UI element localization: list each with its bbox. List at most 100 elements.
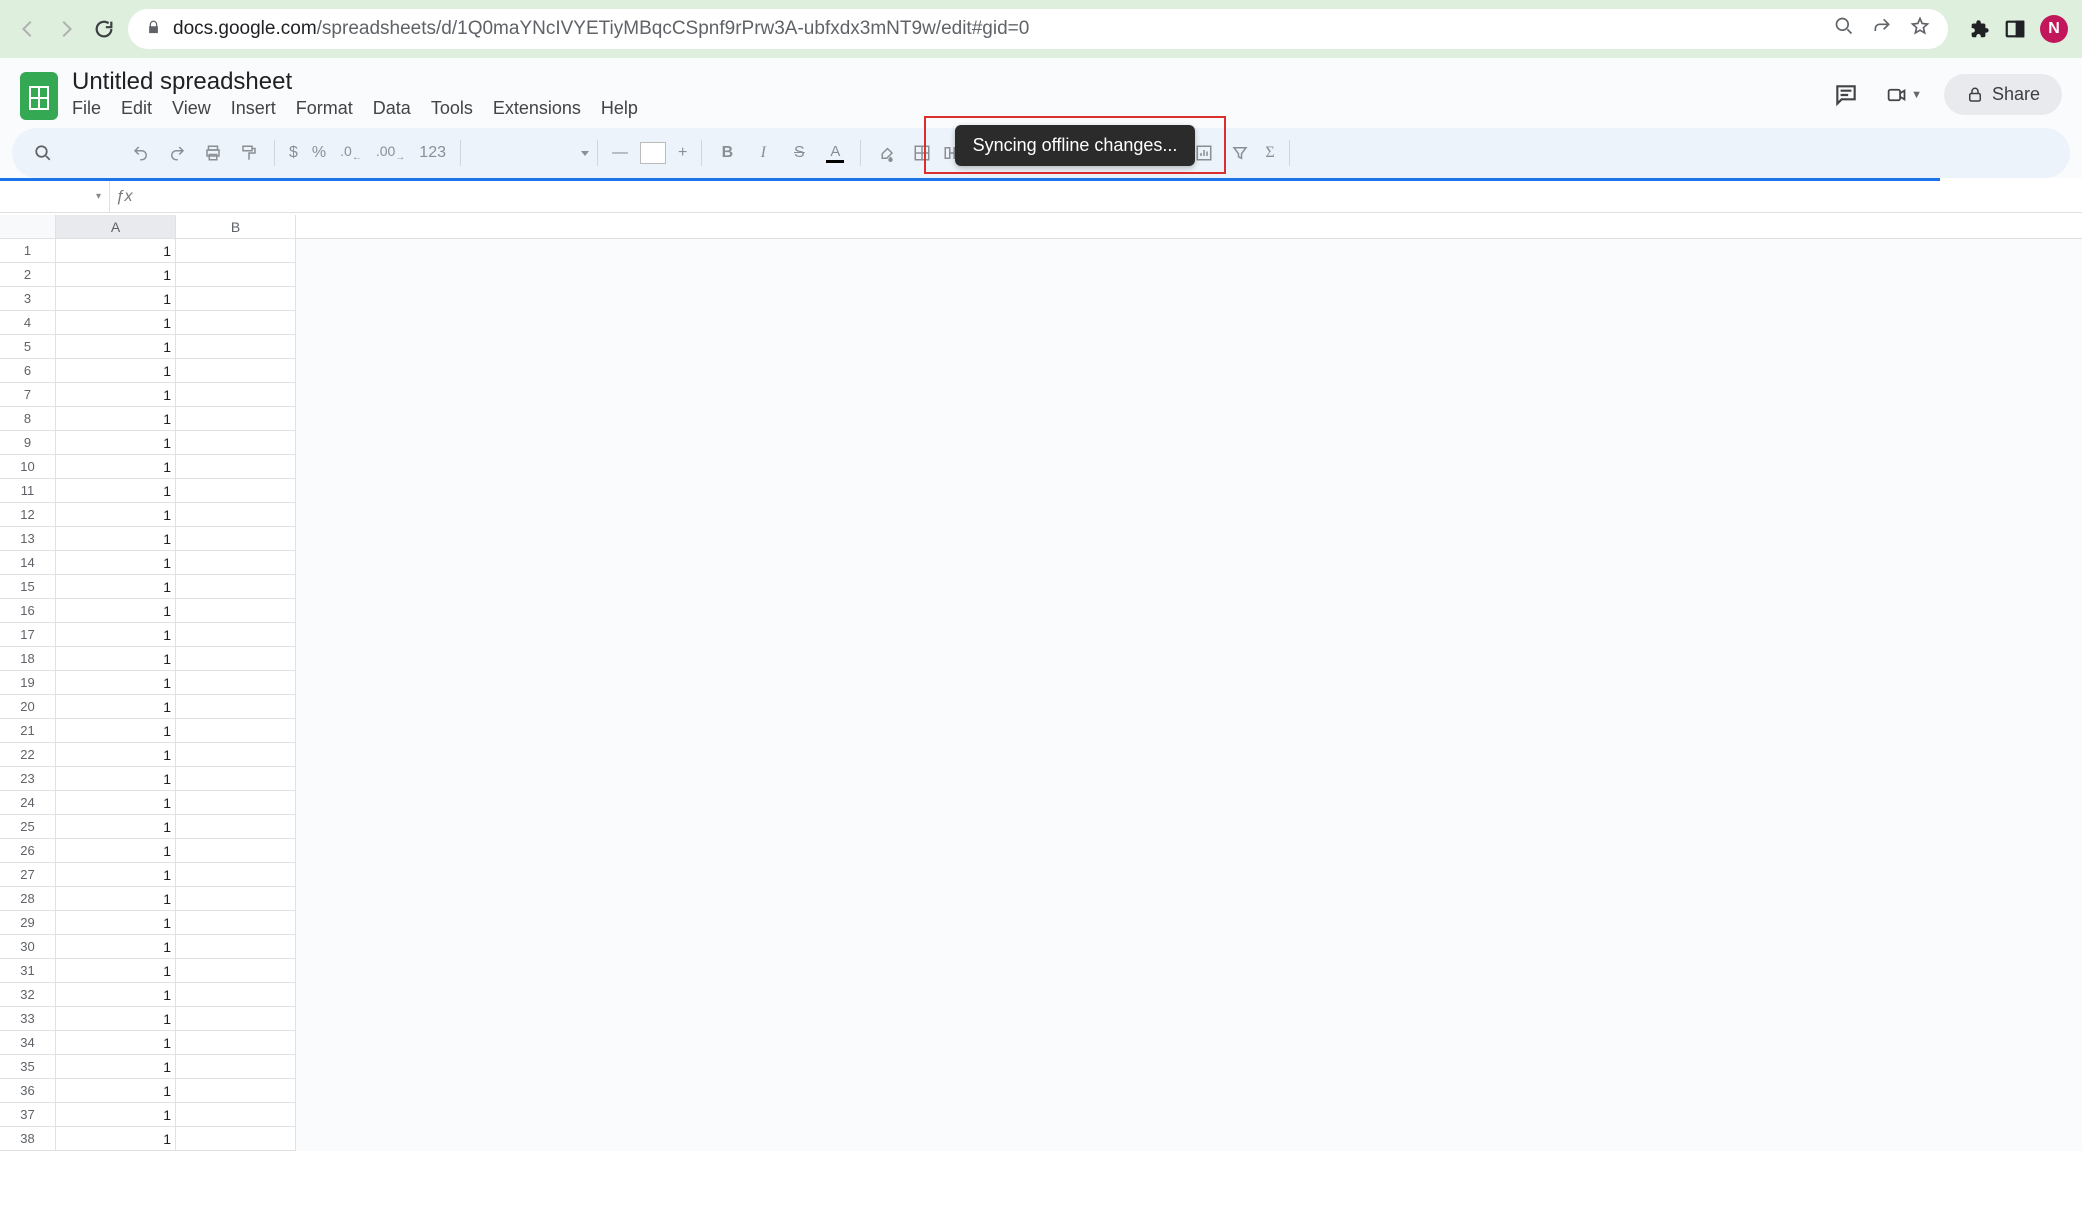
cell[interactable]: 1 xyxy=(56,767,176,791)
share-page-icon[interactable] xyxy=(1872,16,1892,42)
cell[interactable] xyxy=(176,911,296,935)
menu-insert[interactable]: Insert xyxy=(231,98,276,119)
row-header[interactable]: 19 xyxy=(0,671,56,695)
cell[interactable]: 1 xyxy=(56,983,176,1007)
cell[interactable] xyxy=(176,1079,296,1103)
cell[interactable]: 1 xyxy=(56,1007,176,1031)
column-header-B[interactable]: B xyxy=(176,215,296,238)
cell[interactable] xyxy=(176,551,296,575)
row-header[interactable]: 33 xyxy=(0,1007,56,1031)
row-header[interactable]: 20 xyxy=(0,695,56,719)
cell[interactable] xyxy=(176,743,296,767)
row-header[interactable]: 11 xyxy=(0,479,56,503)
cell[interactable]: 1 xyxy=(56,647,176,671)
cell[interactable] xyxy=(176,479,296,503)
cell[interactable]: 1 xyxy=(56,911,176,935)
cell[interactable] xyxy=(176,791,296,815)
row-header[interactable]: 9 xyxy=(0,431,56,455)
select-all-corner[interactable] xyxy=(0,215,56,238)
cell[interactable] xyxy=(176,1127,296,1151)
font-family-select[interactable] xyxy=(469,136,589,170)
fill-color-button[interactable] xyxy=(869,136,903,170)
cell[interactable] xyxy=(176,455,296,479)
row-header[interactable]: 37 xyxy=(0,1103,56,1127)
font-size-field[interactable] xyxy=(636,136,670,170)
cell[interactable] xyxy=(176,671,296,695)
cell[interactable] xyxy=(176,407,296,431)
cell[interactable] xyxy=(176,767,296,791)
cell[interactable] xyxy=(176,959,296,983)
row-header[interactable]: 23 xyxy=(0,767,56,791)
menu-help[interactable]: Help xyxy=(601,98,638,119)
cell[interactable]: 1 xyxy=(56,815,176,839)
format-currency-button[interactable]: $ xyxy=(283,136,304,170)
cell[interactable] xyxy=(176,359,296,383)
row-header[interactable]: 1 xyxy=(0,239,56,263)
row-header[interactable]: 2 xyxy=(0,263,56,287)
cell[interactable]: 1 xyxy=(56,695,176,719)
menu-view[interactable]: View xyxy=(172,98,211,119)
cell[interactable]: 1 xyxy=(56,407,176,431)
row-header[interactable]: 21 xyxy=(0,719,56,743)
comments-button[interactable] xyxy=(1828,77,1864,113)
row-header[interactable]: 28 xyxy=(0,887,56,911)
name-box[interactable] xyxy=(0,181,110,212)
search-menu-button[interactable] xyxy=(26,136,60,170)
menu-extensions[interactable]: Extensions xyxy=(493,98,581,119)
bold-button[interactable]: B xyxy=(710,136,744,170)
row-header[interactable]: 29 xyxy=(0,911,56,935)
menu-file[interactable]: File xyxy=(72,98,101,119)
cell[interactable]: 1 xyxy=(56,311,176,335)
paint-format-button[interactable] xyxy=(232,136,266,170)
row-header[interactable]: 24 xyxy=(0,791,56,815)
cell[interactable]: 1 xyxy=(56,431,176,455)
cell[interactable]: 1 xyxy=(56,887,176,911)
spreadsheet-grid[interactable]: 1121314151617181911011111211311411511611… xyxy=(0,239,2082,1151)
cell[interactable]: 1 xyxy=(56,575,176,599)
cell[interactable]: 1 xyxy=(56,383,176,407)
cell[interactable] xyxy=(176,1007,296,1031)
cell[interactable]: 1 xyxy=(56,1079,176,1103)
cell[interactable] xyxy=(176,1055,296,1079)
cell[interactable] xyxy=(176,839,296,863)
row-header[interactable]: 30 xyxy=(0,935,56,959)
cell[interactable]: 1 xyxy=(56,335,176,359)
browser-forward-button[interactable] xyxy=(52,15,80,43)
cell[interactable]: 1 xyxy=(56,239,176,263)
browser-reload-button[interactable] xyxy=(90,15,118,43)
increase-decimals-button[interactable]: .00→ xyxy=(370,136,411,170)
cell[interactable] xyxy=(176,527,296,551)
cell[interactable]: 1 xyxy=(56,1103,176,1127)
menu-data[interactable]: Data xyxy=(373,98,411,119)
browser-back-button[interactable] xyxy=(14,15,42,43)
cell[interactable] xyxy=(176,431,296,455)
row-header[interactable]: 10 xyxy=(0,455,56,479)
cell[interactable]: 1 xyxy=(56,791,176,815)
meet-button[interactable]: ▼ xyxy=(1886,77,1922,113)
cell[interactable]: 1 xyxy=(56,503,176,527)
cell[interactable]: 1 xyxy=(56,719,176,743)
italic-button[interactable]: I xyxy=(746,136,780,170)
print-button[interactable] xyxy=(196,136,230,170)
cell[interactable]: 1 xyxy=(56,623,176,647)
row-header[interactable]: 17 xyxy=(0,623,56,647)
cell[interactable]: 1 xyxy=(56,743,176,767)
row-header[interactable]: 32 xyxy=(0,983,56,1007)
row-header[interactable]: 38 xyxy=(0,1127,56,1151)
menu-tools[interactable]: Tools xyxy=(431,98,473,119)
cell[interactable] xyxy=(176,695,296,719)
cell[interactable]: 1 xyxy=(56,263,176,287)
menu-format[interactable]: Format xyxy=(296,98,353,119)
cell[interactable] xyxy=(176,647,296,671)
number-format-button[interactable]: 123 xyxy=(413,136,452,170)
browser-address-bar[interactable]: docs.google.com/spreadsheets/d/1Q0maYNcI… xyxy=(128,9,1948,49)
cell[interactable] xyxy=(176,1031,296,1055)
cell[interactable] xyxy=(176,311,296,335)
row-header[interactable]: 3 xyxy=(0,287,56,311)
cell[interactable]: 1 xyxy=(56,599,176,623)
cell[interactable]: 1 xyxy=(56,839,176,863)
cell[interactable] xyxy=(176,575,296,599)
page-zoom-icon[interactable] xyxy=(1834,16,1854,42)
functions-button[interactable]: Σ xyxy=(1259,136,1280,170)
row-header[interactable]: 14 xyxy=(0,551,56,575)
